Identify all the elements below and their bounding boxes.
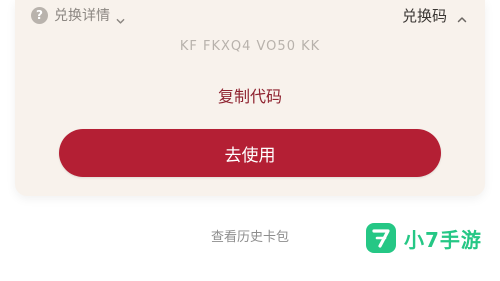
logo-seven-icon <box>372 229 390 248</box>
redeem-details-toggle[interactable]: ? 兑换详情 <box>31 4 125 26</box>
redeem-card: ? 兑换详情 兑换码 KF FKXQ4 VO50 KK 复制代码 去使用 <box>15 0 485 196</box>
use-now-button[interactable]: 去使用 <box>59 129 441 177</box>
watermark: 小7手游 <box>366 223 482 253</box>
watermark-logo <box>366 223 396 253</box>
redeem-details-label: 兑换详情 <box>54 8 110 24</box>
redeem-code-label: 兑换码 <box>401 6 447 25</box>
chevron-up-icon <box>457 10 467 23</box>
card-header: ? 兑换详情 兑换码 <box>15 0 485 32</box>
question-circle-icon: ? <box>31 6 48 24</box>
copy-code-button[interactable]: 复制代码 <box>15 83 485 107</box>
chevron-down-icon <box>116 11 125 24</box>
redeem-code-toggle[interactable]: 兑换码 <box>402 4 467 26</box>
watermark-text: 小7手游 <box>404 227 482 252</box>
redeem-code-value: KF FKXQ4 VO50 KK <box>179 39 321 54</box>
page: ? 兑换详情 兑换码 KF FKXQ4 VO50 KK 复制代码 去使用 查看历… <box>0 0 500 281</box>
